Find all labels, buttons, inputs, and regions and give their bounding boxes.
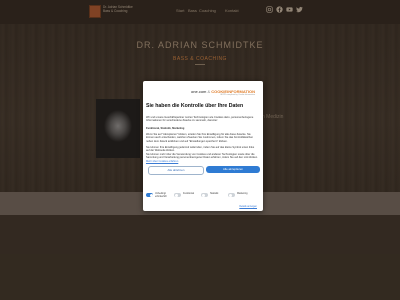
brand-amp: & — [207, 89, 211, 94]
consent-toggles: Unbedingt erforderlich Funktional Statis… — [146, 191, 260, 203]
toggle-label: Marketing — [237, 192, 248, 195]
consent-title: Sie haben die Kontrolle über Ihre Daten — [146, 103, 244, 109]
toggle-knob — [149, 193, 153, 197]
toggle-label: Unbedingt erforderlich — [155, 192, 167, 198]
brand-onecom: one.com — [191, 89, 207, 94]
consent-paragraph-1: Wir und unsere Geschäftspartner nutzen T… — [146, 116, 254, 123]
toggle-knob — [174, 193, 178, 197]
consent-paragraph-2: Wenn Sie auf "Akzeptieren" klicken, erte… — [146, 133, 254, 143]
cookie-consent-dialog: one.com & COOKIEINFORMATION GDPR complia… — [143, 81, 263, 211]
toggle-label: Statistik — [210, 192, 219, 195]
toggle-switch[interactable] — [201, 193, 208, 197]
toggle-knob — [228, 193, 232, 197]
toggle-knob — [201, 193, 205, 197]
consent-paragraph-3: Sie können Ihre Einwilligung jederzeit w… — [146, 146, 255, 153]
cookie-info-link[interactable]: Mehr über Cookies erfahren — [146, 160, 178, 163]
accept-all-button[interactable]: Alle akzeptieren — [206, 166, 260, 173]
show-details-link[interactable]: Details anzeigen — [239, 205, 257, 208]
toggle-label: Funktional — [183, 192, 195, 195]
brand-subtitle: GDPR compliant by Cookie Information — [220, 94, 255, 96]
consent-purposes: Funktional, Statistik, Marketing — [146, 127, 185, 130]
consent-paragraph-4: Sie können mehr über die Verwendung von … — [146, 153, 258, 160]
toggle-switch[interactable] — [228, 193, 235, 197]
toggle-switch[interactable] — [174, 193, 181, 197]
reject-all-button[interactable]: Alle ablehnen — [148, 166, 204, 175]
toggle-switch[interactable] — [146, 193, 153, 197]
